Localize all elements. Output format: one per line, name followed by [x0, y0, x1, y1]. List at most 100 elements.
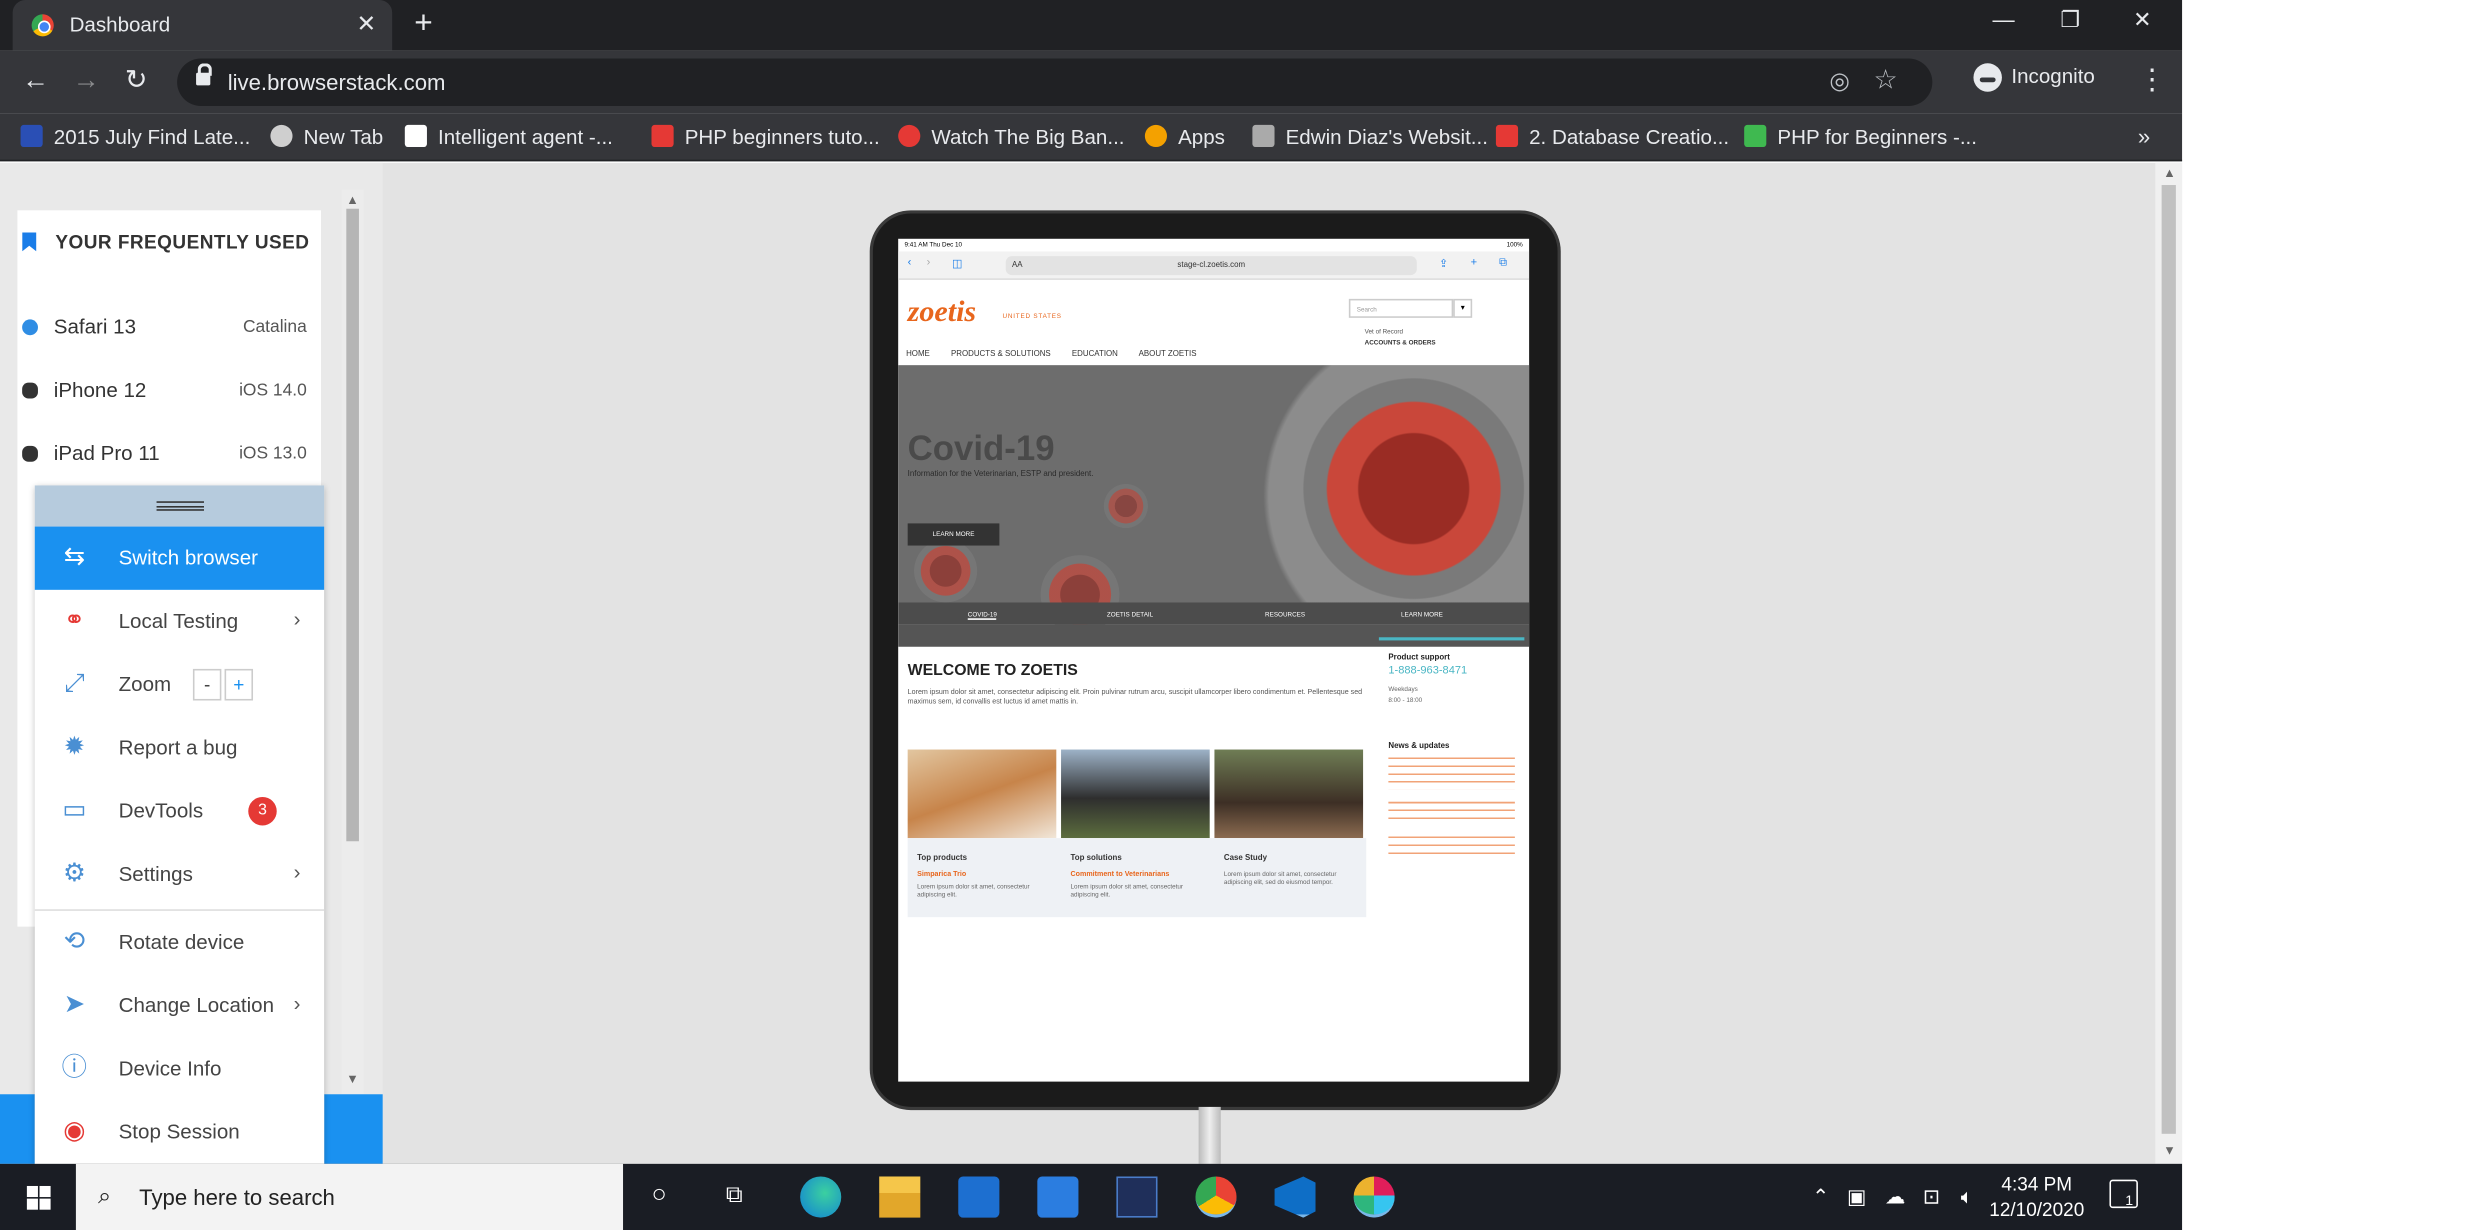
- toolbar-drag-handle[interactable]: [34, 485, 325, 527]
- rotate-device-button[interactable]: ⟲ Rotate device: [35, 911, 324, 974]
- news-link[interactable]: [1388, 836, 1515, 859]
- cortana-icon[interactable]: ○: [651, 1181, 666, 1209]
- settings-button[interactable]: ⚙ Settings ›: [35, 843, 324, 906]
- photo-app-icon[interactable]: [1116, 1176, 1158, 1218]
- volume-icon[interactable]: 🔈︎: [1961, 1184, 1973, 1209]
- frequent-item-iphone[interactable]: iPhone 12 iOS 14.0: [22, 378, 307, 410]
- devtools-button[interactable]: ▭ DevTools 3: [35, 780, 324, 843]
- frequent-item-safari[interactable]: Safari 13 Catalina: [22, 315, 307, 347]
- ios-status-bar: 9:41 AM Thu Dec 10 100%: [898, 239, 1529, 252]
- devtools-label: DevTools: [118, 798, 204, 823]
- device-info-label: Device Info: [118, 1056, 222, 1081]
- nav-education[interactable]: EDUCATION: [1072, 349, 1118, 358]
- zoom-expand-icon: ⤢: [64, 670, 85, 698]
- report-bug-button[interactable]: ✹ Report a bug: [35, 716, 324, 779]
- close-tab-icon[interactable]: ✕: [356, 9, 376, 38]
- page-scrollbar[interactable]: ▲ ▼: [2155, 162, 2183, 1164]
- new-tab-icon[interactable]: +: [1471, 258, 1477, 269]
- edge-icon[interactable]: [800, 1176, 842, 1218]
- nav-about[interactable]: ABOUT ZOETIS: [1139, 349, 1197, 358]
- incognito-indicator[interactable]: Incognito: [1973, 63, 2095, 92]
- hero-tab[interactable]: LEARN MORE: [1401, 610, 1443, 618]
- more-bookmarks-icon[interactable]: »: [2138, 123, 2150, 148]
- task-view-icon[interactable]: ⧉: [726, 1181, 743, 1208]
- windows-start-icon[interactable]: [26, 1185, 52, 1211]
- safari-address-field[interactable]: AA stage-cl.zoetis.com: [1005, 256, 1417, 276]
- omnibox[interactable]: live.browserstack.com ◎ ☆: [177, 58, 1933, 106]
- vet-link[interactable]: Vet of Record: [1365, 327, 1403, 335]
- frequent-item-ipad[interactable]: iPad Pro 11 iOS 13.0: [22, 441, 307, 473]
- notification-center-icon[interactable]: 1: [2109, 1179, 2138, 1209]
- bookmark-item[interactable]: PHP beginners tuto...: [651, 124, 880, 149]
- panel-scrollbar[interactable]: ▲ ▼: [341, 189, 364, 1096]
- scrollbar-thumb[interactable]: [346, 208, 359, 842]
- bookmark-item[interactable]: Watch The Big Ban...: [898, 124, 1125, 149]
- change-location-button[interactable]: ➤ Change Location ›: [35, 974, 324, 1037]
- nav-products[interactable]: PRODUCTS & SOLUTIONS: [951, 349, 1051, 358]
- feature-photos: [907, 749, 1367, 839]
- taskbar-search-box[interactable]: ⌕ Type here to search: [75, 1163, 624, 1230]
- hero-tab[interactable]: COVID-19: [967, 610, 997, 620]
- bookmark-item[interactable]: Apps: [1144, 124, 1225, 149]
- browser-tab-dashboard[interactable]: Dashboard ✕: [12, 0, 393, 51]
- support-phone[interactable]: 1-888-963-8471: [1388, 666, 1467, 677]
- close-window-icon[interactable]: ✕: [2133, 6, 2152, 33]
- bookmark-item[interactable]: PHP for Beginners -...: [1744, 124, 1977, 149]
- tabs-icon[interactable]: ⧉: [1499, 258, 1507, 271]
- zoetis-search-icon[interactable]: ▾: [1453, 298, 1473, 318]
- bookmark-item[interactable]: Edwin Diaz's Websit...: [1252, 124, 1488, 149]
- news-link[interactable]: [1388, 757, 1515, 790]
- mail-icon[interactable]: [1037, 1176, 1079, 1218]
- bookmark-item[interactable]: New Tab: [270, 124, 383, 149]
- safari-toolbar: ‹ › ◫ AA stage-cl.zoetis.com ⇪ + ⧉: [898, 251, 1530, 280]
- eye-slash-icon[interactable]: ◎: [1829, 66, 1850, 95]
- device-screen[interactable]: 9:41 AM Thu Dec 10 100% ‹ › ◫ AA stage-c…: [898, 238, 1530, 1082]
- devtools-window-icon: ▭: [62, 796, 87, 824]
- zoetis-logo[interactable]: zoetis: [908, 296, 976, 331]
- slack-icon[interactable]: [1353, 1176, 1395, 1218]
- card-link[interactable]: Simparica Trio: [917, 870, 966, 878]
- restore-icon[interactable]: ❐: [2060, 6, 2080, 33]
- local-testing-button[interactable]: ⚭ Local Testing ›: [35, 590, 324, 653]
- nav-home[interactable]: HOME: [906, 349, 930, 358]
- bookmark-item[interactable]: Intelligent agent -...: [404, 124, 613, 149]
- card-link[interactable]: Commitment to Veterinarians: [1071, 870, 1170, 878]
- tray-app-icon[interactable]: ▣: [1847, 1184, 1866, 1209]
- bookmark-item[interactable]: 2015 July Find Late...: [20, 124, 251, 149]
- taskbar-clock[interactable]: 4:34 PM 12/10/2020: [1989, 1172, 2084, 1223]
- show-hidden-icons-icon[interactable]: ⌃: [1812, 1184, 1829, 1209]
- share-icon[interactable]: ⇪: [1439, 258, 1448, 270]
- back-arrow-icon[interactable]: ←: [22, 65, 49, 97]
- forward-arrow-icon[interactable]: →: [73, 65, 100, 97]
- bookmark-item[interactable]: 2. Database Creatio...: [1495, 124, 1729, 149]
- local-testing-icon: ⚭: [63, 607, 85, 635]
- hero-learn-more-button[interactable]: LEARN MORE: [907, 523, 1000, 546]
- safari-forward-icon[interactable]: ›: [927, 258, 931, 269]
- zoetis-search-input[interactable]: Search: [1348, 298, 1454, 318]
- hero-tab[interactable]: RESOURCES: [1265, 610, 1305, 618]
- hero-tab[interactable]: ZOETIS DETAIL: [1107, 610, 1153, 618]
- vscode-icon[interactable]: [1274, 1176, 1316, 1218]
- stop-session-button[interactable]: ◉ Stop Session: [35, 1101, 324, 1164]
- news-link[interactable]: [1388, 801, 1515, 824]
- reload-icon[interactable]: ↻: [125, 65, 148, 97]
- safari-sidebar-icon[interactable]: ◫: [952, 258, 962, 270]
- file-explorer-icon[interactable]: [879, 1176, 921, 1218]
- bookmark-icon: [22, 232, 37, 252]
- store-icon[interactable]: [958, 1176, 1000, 1218]
- network-icon[interactable]: ⊡: [1923, 1184, 1940, 1209]
- bookmark-star-icon[interactable]: ☆: [1873, 65, 1897, 97]
- chrome-menu-icon[interactable]: ⋮: [2138, 63, 2166, 96]
- safari-back-icon[interactable]: ‹: [908, 258, 912, 269]
- switch-browser-button[interactable]: ⇆ Switch browser: [34, 526, 325, 590]
- chrome-taskbar-icon[interactable]: [1195, 1176, 1237, 1218]
- apple-icon: [22, 382, 38, 399]
- new-tab-plus-icon[interactable]: +: [414, 6, 432, 42]
- onedrive-icon[interactable]: ☁: [1885, 1184, 1906, 1209]
- zoom-out-button[interactable]: -: [192, 668, 222, 701]
- accounts-link[interactable]: ACCOUNTS & ORDERS: [1365, 338, 1436, 346]
- zoom-in-button[interactable]: +: [224, 668, 254, 701]
- scrollbar-thumb[interactable]: [2161, 185, 2176, 1134]
- device-info-button[interactable]: ⓘ Device Info: [35, 1037, 324, 1100]
- minimize-icon[interactable]: —: [1992, 6, 2014, 31]
